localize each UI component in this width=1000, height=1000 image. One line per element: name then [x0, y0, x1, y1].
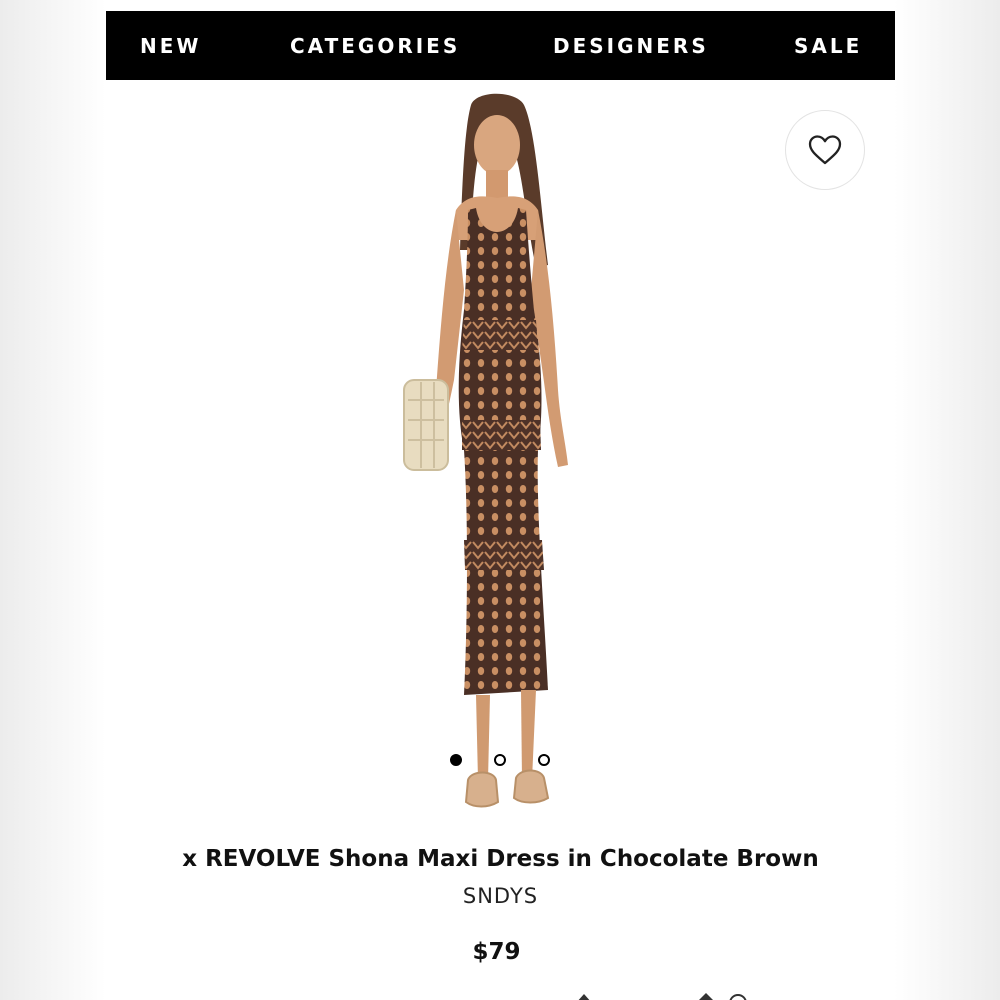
product-brand[interactable]: SNDYS — [106, 884, 895, 908]
product-title: x REVOLVE Shona Maxi Dress in Chocolate … — [182, 846, 819, 872]
nav-new[interactable]: NEW — [140, 11, 201, 80]
favorite-button[interactable] — [785, 110, 865, 190]
page: NEW CATEGORIES DESIGNERS SALE x REVOLVE … — [0, 0, 1000, 1000]
carousel-dot-2[interactable] — [494, 754, 506, 766]
heart-outline-icon — [808, 135, 842, 165]
carousel-dot-1[interactable] — [450, 754, 462, 766]
nav-categories[interactable]: CATEGORIES — [290, 11, 460, 80]
carousel-dot-3[interactable] — [538, 754, 550, 766]
cutoff-content — [578, 993, 747, 1000]
top-navigation-bar: NEW CATEGORIES DESIGNERS SALE — [106, 11, 895, 80]
carousel-pagination — [448, 754, 558, 770]
nav-sale[interactable]: SALE — [794, 11, 862, 80]
product-image-carousel[interactable] — [106, 80, 895, 840]
screenshot-frame: NEW CATEGORIES DESIGNERS SALE x REVOLVE … — [106, 11, 895, 1000]
product-photo-model — [403, 93, 568, 808]
nav-designers[interactable]: DESIGNERS — [553, 11, 709, 80]
product-price: $79 — [472, 939, 521, 965]
